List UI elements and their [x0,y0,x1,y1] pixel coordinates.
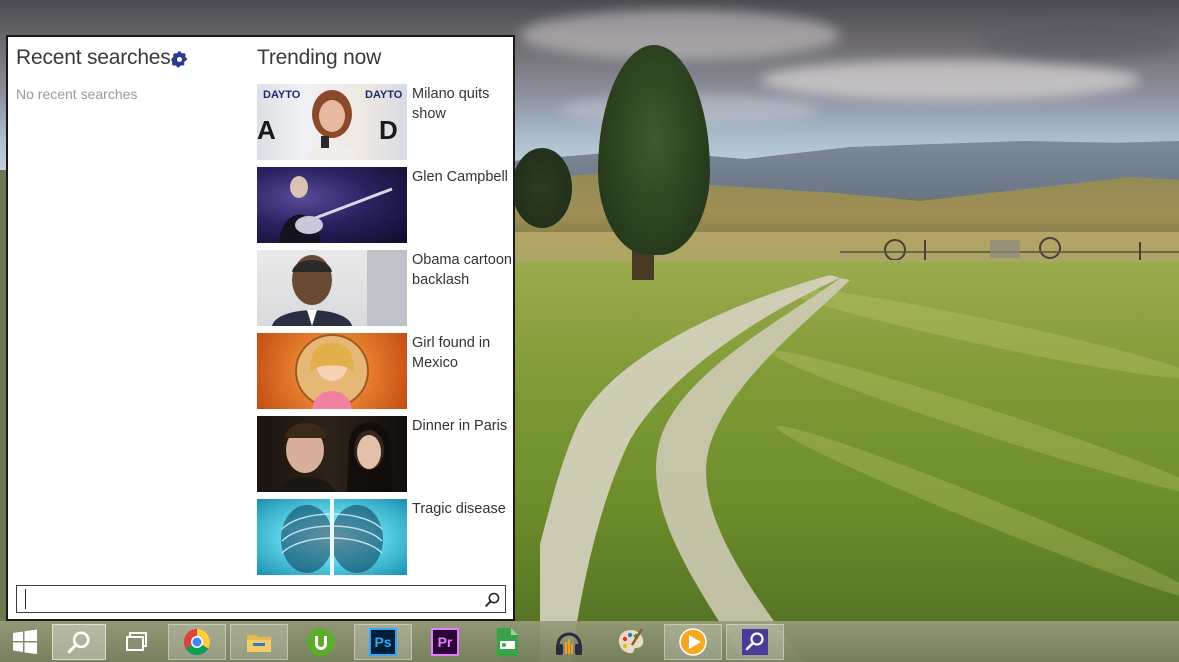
trending-thumbnail[interactable] [257,333,407,409]
task-view-button[interactable] [108,624,166,660]
recent-searches-heading: Recent searches [16,46,171,69]
trending-item-obama[interactable]: Obama cartoon backlash [257,250,512,326]
windows-logo-icon [13,629,37,654]
trending-item-dinner-paris[interactable]: Dinner in Paris [257,416,512,492]
taskbar-photoshop[interactable]: Ps [354,624,412,660]
portrait-photo-icon [272,250,407,326]
wallpaper-fence [840,237,1179,260]
xray-photo-icon [281,499,383,575]
guitarist-photo-icon [279,176,393,243]
taskbar-premiere[interactable]: Pr [416,624,474,660]
gear-icon[interactable] [171,51,188,68]
trending-item-label[interactable]: Tragic disease [412,500,512,520]
taskbar-paint[interactable] [602,624,660,660]
svg-text:DAYTO: DAYTO [365,89,403,101]
trending-thumbnail[interactable] [257,250,407,326]
utorrent-icon [307,628,335,656]
magnifier-app-icon [742,629,768,655]
taskbar-utorrent[interactable] [292,624,350,660]
button-badge-photo-icon [295,334,369,409]
taskbar-audio-app[interactable] [540,624,598,660]
search-box[interactable] [16,585,506,613]
wallpaper-cloud [520,10,840,60]
chrome-icon [183,628,211,656]
taskbar-mp3-tool[interactable] [478,624,536,660]
taskbar-search-app[interactable] [726,624,784,660]
taskbar-media-player[interactable] [664,624,722,660]
trending-thumbnail[interactable]: DAYTO DAYTO A D [257,84,407,160]
task-view-icon [126,632,147,651]
svg-text:DAYTO: DAYTO [263,89,301,101]
trending-thumbnail[interactable] [257,416,407,492]
search-input[interactable] [25,589,475,609]
couple-photo-icon [277,422,393,492]
mp3-icon [497,628,518,656]
search-flyout-panel: Recent searches No recent searches Trend… [6,35,515,621]
folder-icon [247,635,271,652]
taskbar-search-button[interactable] [52,624,106,660]
premiere-icon: Pr [431,628,459,656]
play-icon [679,628,707,656]
photoshop-icon: Ps [369,628,397,656]
palette-icon [618,628,644,654]
svg-text:D: D [379,115,398,145]
search-icon[interactable] [484,591,501,608]
headphones-icon [556,632,582,655]
wallpaper-dirt-track [540,275,850,662]
trending-item-milano[interactable]: DAYTO DAYTO A D Milano quits show [257,84,512,160]
trending-item-tragic-disease[interactable]: Tragic disease [257,499,512,575]
svg-text:A: A [257,115,276,145]
trending-item-label[interactable]: Milano quits show [412,85,512,124]
trending-thumbnail[interactable] [257,167,407,243]
wallpaper-cloud [980,20,1179,60]
taskbar-file-explorer[interactable] [230,624,288,660]
trending-now-heading: Trending now [257,46,382,69]
trending-thumbnail[interactable] [257,499,407,575]
trending-item-label[interactable]: Dinner in Paris [412,417,512,437]
trending-item-label[interactable]: Obama cartoon backlash [412,251,512,290]
wallpaper-cloud [760,60,1140,100]
start-button[interactable] [0,624,50,660]
taskbar: Ps Pr [0,621,1179,662]
trending-item-label[interactable]: Girl found in Mexico [412,334,512,373]
trending-item-label[interactable]: Glen Campbell [412,168,512,188]
wallpaper-tree [512,148,572,228]
search-icon [67,631,90,654]
no-recent-searches-text: No recent searches [16,86,138,102]
trending-item-girl-found[interactable]: Girl found in Mexico [257,333,512,409]
portrait-photo-icon: DAYTO DAYTO A D [257,89,403,160]
taskbar-chrome[interactable] [168,624,226,660]
trending-item-glen-campbell[interactable]: Glen Campbell [257,167,512,243]
